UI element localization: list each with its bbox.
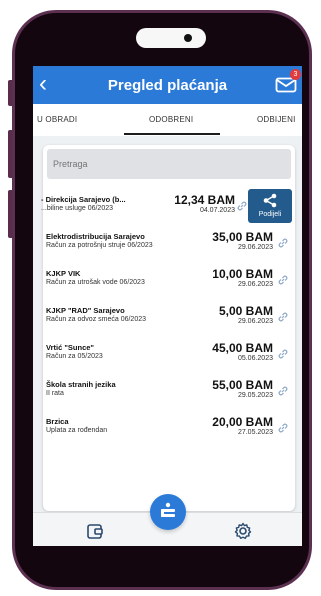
share-label: Podijeli	[258, 211, 282, 218]
payment-name: KJKP "RAD" Sarajevo	[46, 306, 125, 315]
tab-odbijeni[interactable]: ODBIJENI	[257, 115, 296, 124]
active-tab-indicator	[124, 133, 220, 135]
camera-dot	[184, 34, 192, 42]
payment-date: 27.05.2023	[237, 429, 273, 436]
link-icon[interactable]	[236, 200, 248, 212]
payment-date: 29.06.2023	[237, 281, 273, 288]
link-icon[interactable]	[277, 348, 289, 360]
payment-date: 05.06.2023	[237, 355, 273, 362]
notification-badge: 3	[290, 69, 301, 80]
payment-date: 29.06.2023	[237, 244, 273, 251]
page-title: Pregled plaćanja	[107, 77, 228, 94]
tab-odobreni[interactable]: ODOBRENI	[149, 115, 193, 124]
payment-description: II rata	[46, 390, 64, 397]
app-header: ‹ Pregled plaćanja 3	[33, 66, 302, 104]
link-icon[interactable]	[277, 311, 289, 323]
payment-description: Račun za 05/2023	[46, 353, 103, 360]
payment-name: Škola stranih jezika	[46, 380, 116, 389]
payments-card: - Direkcija Sarajevo (b... ...biline usl…	[41, 145, 295, 511]
payment-description: Račun za odvoz smeća 06/2023	[46, 316, 147, 323]
payment-name: Brzica	[46, 417, 69, 426]
settings-gear-icon[interactable]	[234, 522, 252, 540]
payment-description: Uplata za rođendan	[46, 427, 108, 434]
tab-u-obradi[interactable]: U OBRADI	[37, 115, 77, 124]
app-screen: ‹ Pregled plaćanja 3 U OBRADI ODOBRENI O…	[33, 66, 302, 546]
payment-amount: 20,00 BAM	[212, 415, 273, 429]
payment-date: 04.07.2023	[199, 207, 235, 214]
share-button[interactable]: Podijeli	[248, 189, 292, 223]
payment-description: Račun za utrošak vode 06/2023	[46, 279, 145, 286]
wallet-icon[interactable]	[86, 522, 104, 540]
payment-row[interactable]: Škola stranih jezika II rata 55,00 BAM 2…	[43, 376, 295, 412]
search-input[interactable]	[47, 149, 291, 179]
share-icon	[263, 193, 277, 208]
camera-island	[136, 28, 206, 48]
link-icon[interactable]	[277, 237, 289, 249]
payment-date: 29.05.2023	[237, 392, 273, 399]
payment-amount: 55,00 BAM	[212, 378, 273, 392]
payment-name: Vrtić "Sunce"	[46, 343, 94, 352]
link-icon[interactable]	[277, 274, 289, 286]
bank-logo-icon	[161, 502, 175, 517]
payment-description: ...biline usluge 06/2023	[41, 205, 113, 212]
payment-row[interactable]: - Direkcija Sarajevo (b... ...biline usl…	[41, 189, 295, 227]
payment-name: - Direkcija Sarajevo (b...	[41, 195, 126, 204]
payment-description: Račun za potrošnju struje 06/2023	[46, 242, 153, 249]
tab-bar: U OBRADI ODOBRENI ODBIJENI	[33, 104, 302, 136]
payment-amount: 45,00 BAM	[212, 341, 273, 355]
payment-row[interactable]: KJKP VIK Račun za utrošak vode 06/2023 1…	[43, 265, 295, 301]
payment-row[interactable]: Elektrodistribucija Sarajevo Račun za po…	[43, 228, 295, 264]
payment-row[interactable]: Vrtić "Sunce" Račun za 05/2023 45,00 BAM…	[43, 339, 295, 375]
payment-amount: 5,00 BAM	[218, 304, 273, 318]
payment-name: Elektrodistribucija Sarajevo	[46, 232, 145, 241]
payment-date: 29.06.2023	[237, 318, 273, 325]
payment-amount: 12,34 BAM	[174, 193, 235, 207]
bank-home-button[interactable]	[150, 494, 186, 530]
payment-amount: 10,00 BAM	[212, 267, 273, 281]
payment-amount: 35,00 BAM	[212, 230, 273, 244]
payment-name: KJKP VIK	[46, 269, 81, 278]
payment-row[interactable]: KJKP "RAD" Sarajevo Račun za odvoz smeća…	[43, 302, 295, 338]
link-icon[interactable]	[277, 385, 289, 397]
link-icon[interactable]	[277, 422, 289, 434]
payment-row[interactable]: Brzica Uplata za rođendan 20,00 BAM 27.0…	[43, 413, 295, 449]
